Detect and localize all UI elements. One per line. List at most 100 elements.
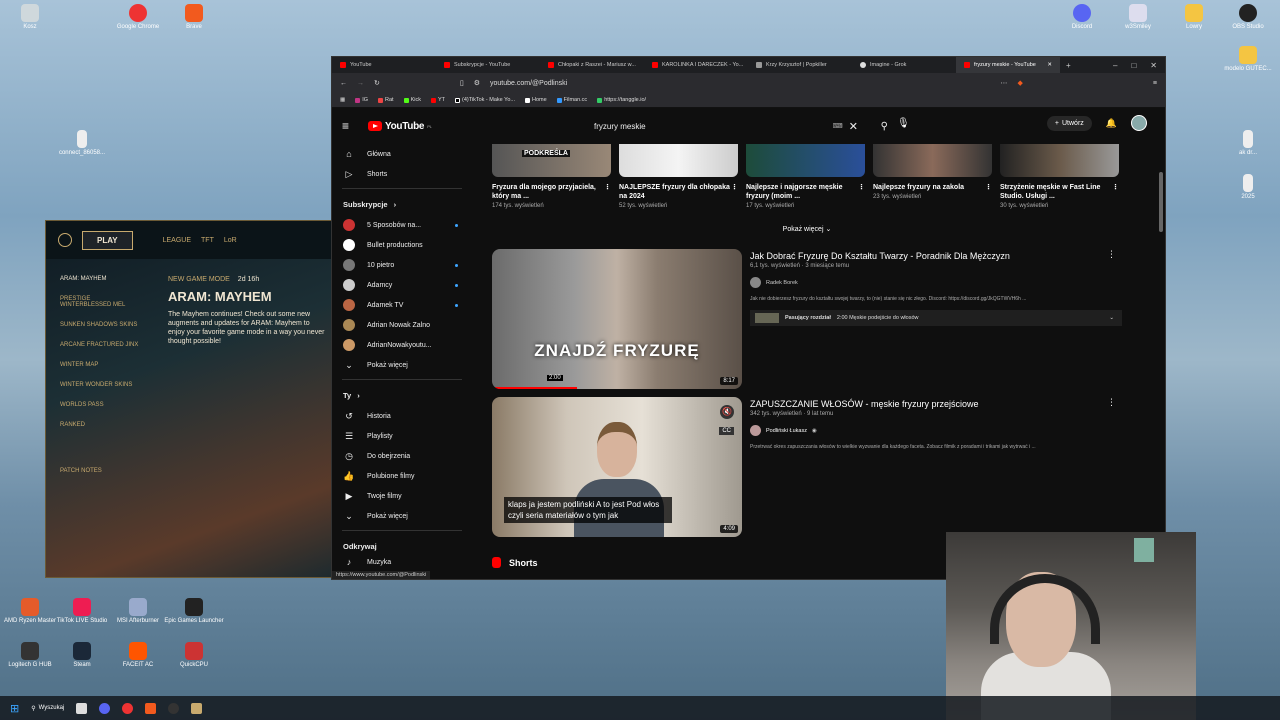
league-menu-item[interactable]: WINTER MAP	[60, 362, 140, 368]
back-icon[interactable]: ←	[340, 80, 347, 87]
video-title[interactable]: Najlepsze i najgorsze męskie fryzury (mo…	[746, 183, 858, 201]
league-menu-item[interactable]: RANKED	[60, 422, 140, 428]
clear-search-icon[interactable]: ✕	[849, 120, 858, 133]
video-title[interactable]: Fryzura dla mojego przyjaciela, który ma…	[492, 183, 604, 201]
more-options-icon[interactable]: ⋮	[1107, 397, 1116, 408]
scrollbar[interactable]	[1159, 172, 1163, 232]
discord-icon[interactable]	[99, 702, 111, 714]
create-button[interactable]: + Utwórz	[1046, 115, 1092, 131]
league-menu-item[interactable]: ARCANE FRACTURED JINX	[60, 342, 140, 348]
bookmark-item[interactable]: https://tanggle.io/	[597, 97, 646, 103]
sidebar-subscription-item[interactable]: AdrianNowakyoutu...	[332, 335, 472, 355]
bookmark-item[interactable]: Kick	[403, 97, 421, 103]
more-options-icon[interactable]: ⋮	[1112, 183, 1119, 201]
apps-icon[interactable]: ▦	[340, 97, 345, 103]
sidebar-subscription-item[interactable]: Adrian Nowak Zalno	[332, 315, 472, 335]
league-menu-item[interactable]: WINTER WONDER SKINS	[60, 382, 140, 388]
league-play-button[interactable]: PLAY	[82, 230, 133, 250]
desktop-icon-discord[interactable]: Discord	[1052, 4, 1112, 30]
shelf-video-card[interactable]: PODKREŚLA Fryzura dla mojego przyjaciela…	[492, 144, 611, 209]
sidebar-subscription-item[interactable]: 10 pietro	[332, 255, 472, 275]
league-menu-header[interactable]: ARAM: MAYHEM	[60, 276, 140, 282]
sidebar-subscriptions-header[interactable]: Subskrypcje ›	[332, 193, 472, 215]
search-icon[interactable]: ⚲	[881, 121, 888, 132]
bookmark-item[interactable]: YT	[430, 97, 445, 103]
video-title[interactable]: ZAPUSZCZANIE WŁOSÓW - męskie fryzury prz…	[750, 399, 1122, 409]
desktop-icon-folder[interactable]: Lowry	[1164, 4, 1224, 30]
menu-icon[interactable]: ≡	[1153, 80, 1157, 87]
desktop-icon-ghub[interactable]: Logitech G HUB	[0, 642, 60, 668]
sidebar-item-history[interactable]: ↺ Historia	[332, 406, 472, 426]
hamburger-menu-icon[interactable]: ≡	[342, 119, 358, 133]
video-thumbnail[interactable]	[1000, 144, 1119, 177]
desktop-icon-obs[interactable]: OBS Studio	[1218, 4, 1278, 30]
sidebar-item-home[interactable]: ⌂ Główna	[332, 144, 472, 164]
mute-icon[interactable]: 🔇	[720, 405, 734, 419]
keyboard-icon[interactable]: ⌨	[833, 122, 843, 130]
notifications-bell-icon[interactable]: 🔔	[1106, 118, 1117, 129]
league-menu-item[interactable]: SUNKEN SHADOWS SKINS	[60, 322, 140, 328]
video-title[interactable]: Jak Dobrać Fryzurę Do Kształtu Twarzy - …	[750, 251, 1122, 261]
league-menu-item[interactable]: PRESTIGE WINTERBLESSED MEL	[60, 296, 140, 308]
url-field[interactable]: youtube.com/@Podlinski	[490, 80, 991, 87]
desktop-icon-msi[interactable]: MSI Afterburner	[108, 598, 168, 624]
video-thumbnail[interactable]	[746, 144, 865, 177]
browser-tab[interactable]: YouTube	[332, 62, 436, 68]
sidebar-show-more[interactable]: ⌄ Pokaż więcej	[332, 506, 472, 526]
captions-icon[interactable]: CC	[719, 427, 734, 435]
more-options-icon[interactable]: ⋮	[731, 183, 738, 201]
desktop-icon-file[interactable]: 2025	[1218, 174, 1278, 200]
shelf-video-card[interactable]: Najlepsze i najgorsze męskie fryzury (mo…	[746, 144, 865, 209]
bookmark-item[interactable]: IG	[355, 97, 368, 103]
desktop-icon-epic[interactable]: Epic Games Launcher	[164, 598, 224, 624]
taskbar-search[interactable]: ⚲ Wyszukaj	[31, 705, 64, 712]
maximize-icon[interactable]: □	[1131, 61, 1136, 70]
video-title[interactable]: Strzyżenie męskie w Fast Line Studio. Us…	[1000, 183, 1112, 201]
sidebar-item-music[interactable]: ♪ Muzyka	[332, 557, 472, 567]
video-title[interactable]: NAJLEPSZE fryzury dla chłopaka na 2024	[619, 183, 731, 201]
sidebar-subscription-item[interactable]: Adamcy	[332, 275, 472, 295]
matching-chapter[interactable]: Pasujący rozdział 2:00 Męskie podejście …	[750, 310, 1122, 326]
bookmark-item[interactable]: Home	[524, 97, 547, 103]
video-thumbnail[interactable]	[619, 144, 738, 177]
channel-link[interactable]: Radek Borek	[750, 277, 1122, 288]
shelf-video-card[interactable]: Strzyżenie męskie w Fast Line Studio. Us…	[1000, 144, 1119, 209]
desktop-icon-file[interactable]: connect_86058...	[52, 130, 112, 156]
sidebar-item-liked[interactable]: 👍 Polubione filmy	[332, 466, 472, 486]
more-options-icon[interactable]: ⋮	[1107, 249, 1116, 260]
bookmark-icon[interactable]: ▯	[460, 79, 464, 87]
bookmark-item[interactable]: Rat	[378, 97, 394, 103]
desktop-icon-app[interactable]: w3Smiley	[1108, 4, 1168, 30]
sidebar-subscription-item[interactable]: Bullet productions	[332, 235, 472, 255]
new-tab-icon[interactable]: +	[1066, 61, 1071, 70]
sidebar-item-your-videos[interactable]: ▶ Twoje filmy	[332, 486, 472, 506]
sidebar-subscription-item[interactable]: 5 Sposobów na...	[332, 215, 472, 235]
sidebar-subscription-item[interactable]: Adamek TV	[332, 295, 472, 315]
desktop-icon-chrome[interactable]: Google Chrome	[108, 4, 168, 30]
desktop-icon-folder[interactable]: modelo GUTEC...	[1218, 46, 1278, 72]
league-tab-league[interactable]: LEAGUE	[163, 237, 191, 244]
sidebar-item-watch-later[interactable]: ◷ Do obejrzenia	[332, 446, 472, 466]
sidebar-item-shorts[interactable]: ▷ Shorts	[332, 164, 472, 184]
sidebar-show-more[interactable]: ⌄ Pokaż więcej	[332, 355, 472, 375]
video-title[interactable]: Najlepsze fryzury na zakola	[873, 183, 985, 192]
minimize-icon[interactable]: –	[1113, 61, 1117, 70]
chrome-icon[interactable]	[122, 702, 134, 714]
more-options-icon[interactable]: ⋮	[858, 183, 865, 201]
league-tab-lor[interactable]: LoR	[224, 237, 237, 244]
video-result[interactable]: 🔇 CC klaps ja jestem podliński A to jest…	[492, 397, 1122, 537]
file-explorer-icon[interactable]	[76, 702, 88, 714]
forward-icon[interactable]: →	[357, 80, 364, 87]
browser-tab[interactable]: Chłopaki z Raszei - Mariusz w...	[540, 62, 644, 68]
account-avatar[interactable]	[1131, 115, 1147, 131]
desktop-icon-quickcpu[interactable]: QuickCPU	[164, 642, 224, 668]
close-icon[interactable]: ✕	[1150, 61, 1157, 70]
browser-tab-active[interactable]: fryzury meskie - YouTube ✕	[956, 57, 1060, 73]
browser-tab[interactable]: Krzy Krzysztof | Popkiller	[748, 62, 852, 68]
brave-shield-icon[interactable]: ◆	[1018, 79, 1023, 87]
microphone-icon[interactable]: 🎙	[897, 118, 910, 129]
video-thumbnail[interactable]: ZNAJDŹ FRYZURĘ 2:00 8:17	[492, 249, 742, 389]
league-tab-tft[interactable]: TFT	[201, 237, 214, 244]
league-menu-item[interactable]: PATCH NOTES	[60, 468, 140, 474]
shelf-video-card[interactable]: Najlepsze fryzury na zakola ⋮ 23 tys. wyś…	[873, 144, 992, 209]
